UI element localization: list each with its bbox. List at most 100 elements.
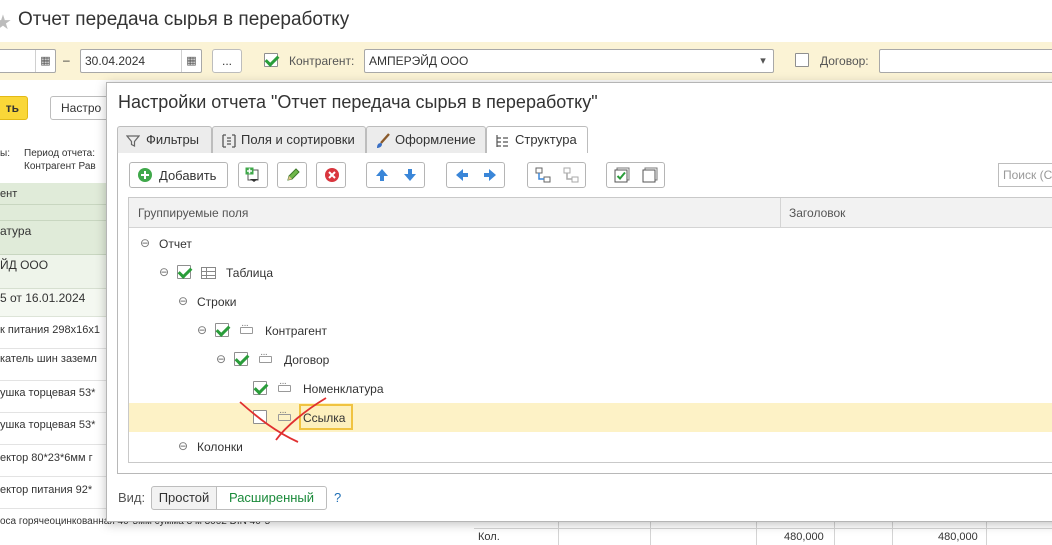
field-icon xyxy=(240,320,253,334)
report-row: ушка торцевая 53* xyxy=(0,413,108,445)
tree-row-table[interactable]: ⊖ Таблица xyxy=(129,258,1052,287)
report-header-row xyxy=(0,205,108,221)
period-select-button[interactable]: ... xyxy=(212,49,242,73)
report-row: ектор 80*23*6мм г xyxy=(0,445,108,477)
view-extended-button[interactable]: Расширенный xyxy=(216,486,327,510)
collapse-icon[interactable]: ⊖ xyxy=(177,294,189,308)
column-header-title[interactable]: Заголовок xyxy=(789,206,845,220)
search-input[interactable]: Поиск (С xyxy=(998,163,1052,187)
counterparty-group-checkbox[interactable] xyxy=(215,323,229,337)
date-to-value: 30.04.2024 xyxy=(85,54,146,68)
collapse-icon[interactable]: ⊖ xyxy=(196,323,208,337)
view-simple-button[interactable]: Простой xyxy=(151,486,217,510)
tab-label: Оформление xyxy=(395,132,476,147)
report-cell: катель шин заземл xyxy=(0,353,97,365)
view-mode-label: Вид: xyxy=(118,490,146,505)
report-cell: ент xyxy=(0,188,18,200)
delete-button[interactable] xyxy=(316,162,346,188)
report-grid-line xyxy=(650,520,651,545)
check-all-icon[interactable] xyxy=(614,167,630,183)
report-header-row: ент xyxy=(0,183,108,205)
tree-row-report[interactable]: ⊖ Отчет xyxy=(129,229,1052,258)
column-header-fields[interactable]: Группируемые поля xyxy=(138,206,248,220)
tree-row-counterparty[interactable]: ⊖ Контрагент xyxy=(129,316,1052,345)
collapse-icon[interactable]: ⊖ xyxy=(215,352,227,366)
tree-node-label: Таблица xyxy=(226,266,274,280)
counterparty-field[interactable]: АМПЕРЭЙД ООО ▾ xyxy=(364,49,774,73)
contract-field[interactable] xyxy=(879,49,1052,73)
tab-fields-sorting[interactable]: Поля и сортировки xyxy=(212,126,366,154)
ungroup-icon[interactable] xyxy=(563,167,579,183)
grid-header xyxy=(129,198,1052,228)
contract-checkbox[interactable] xyxy=(795,53,809,67)
arrow-right-icon[interactable] xyxy=(482,167,498,183)
report-cell: атура xyxy=(0,224,32,238)
tree-row-contract[interactable]: ⊖ Договор xyxy=(129,345,1052,374)
uncheck-all-icon[interactable] xyxy=(642,167,658,183)
table-checkbox[interactable] xyxy=(177,265,191,279)
report-grid-line xyxy=(756,520,757,545)
report-period-label: Период отчета: xyxy=(24,148,96,159)
calendar-icon[interactable]: ▦ xyxy=(181,50,201,72)
report-grid-line xyxy=(986,520,987,545)
tab-filters[interactable]: Фильтры xyxy=(117,126,212,154)
dialog-title: Настройки отчета "Отчет передача сырья в… xyxy=(118,92,598,112)
date-from-field[interactable]: ▦ xyxy=(0,49,56,73)
settings-button[interactable]: Настро xyxy=(50,96,110,120)
report-cell: к питания 298x16x1 xyxy=(0,324,100,336)
tab-structure[interactable]: Структура xyxy=(486,126,588,155)
help-link[interactable]: ? xyxy=(334,490,341,505)
report-group-row: ЙД ООО xyxy=(0,255,108,289)
counterparty-checkbox[interactable] xyxy=(264,53,278,67)
report-row: ушка торцевая 53* xyxy=(0,381,108,413)
group-icon[interactable] xyxy=(535,167,551,183)
generate-button[interactable]: ть xyxy=(0,96,28,120)
add-button[interactable]: Добавить xyxy=(129,162,228,188)
filter-bar: ▦ – 30.04.2024 ▦ ... Контрагент: АМПЕРЭЙ… xyxy=(0,42,1052,80)
tree-node-label: Контрагент xyxy=(265,324,328,338)
report-cell: ушка торцевая 53* xyxy=(0,387,96,399)
counterparty-value: АМПЕРЭЙД ООО xyxy=(369,54,469,68)
contract-group-checkbox[interactable] xyxy=(234,352,248,366)
dropdown-arrow-icon[interactable]: ▾ xyxy=(753,50,773,72)
level-left-right-group xyxy=(446,162,505,188)
arrow-up-icon[interactable] xyxy=(374,167,390,183)
check-all-group xyxy=(606,162,665,188)
report-row: ектор питания 92* xyxy=(0,477,108,509)
tree-row-rows[interactable]: ⊖ Строки xyxy=(129,287,1052,316)
group-ungroup-group xyxy=(527,162,586,188)
add-subgroup-button[interactable] xyxy=(238,162,268,188)
counterparty-label: Контрагент: xyxy=(289,54,355,68)
edit-button[interactable] xyxy=(277,162,307,188)
report-cell: ектор питания 92* xyxy=(0,484,93,496)
date-to-field[interactable]: 30.04.2024 ▦ xyxy=(80,49,202,73)
report-row: к питания 298x16x1 xyxy=(0,317,108,349)
report-group-row: атура xyxy=(0,221,108,255)
tree-node-label: Договор xyxy=(284,353,330,367)
field-icon xyxy=(259,349,272,363)
nomenclature-checkbox[interactable] xyxy=(253,381,267,395)
column-separator xyxy=(780,198,781,228)
tab-appearance[interactable]: Оформление xyxy=(366,126,486,154)
report-totals-area: Кол. 480,000 480,000 xyxy=(474,520,1052,545)
tab-label: Структура xyxy=(515,132,577,147)
tree-node-label: Номенклатура xyxy=(303,382,384,396)
totals-value: 480,000 xyxy=(784,531,824,543)
pencil-icon xyxy=(285,167,301,183)
collapse-icon[interactable]: ⊖ xyxy=(158,265,170,279)
tab-label: Поля и сортировки xyxy=(241,132,355,147)
arrow-down-icon[interactable] xyxy=(402,167,418,183)
collapse-icon[interactable]: ⊖ xyxy=(139,236,151,250)
report-cell: ЙД ООО xyxy=(0,258,49,272)
report-grid-line xyxy=(474,528,1052,529)
arrow-left-icon[interactable] xyxy=(454,167,470,183)
collapse-icon[interactable]: ⊖ xyxy=(177,439,189,453)
calendar-icon[interactable]: ▦ xyxy=(35,50,55,72)
add-icon xyxy=(137,167,153,183)
favorite-star-icon[interactable]: ★ xyxy=(0,10,12,35)
date-dash: – xyxy=(63,53,70,67)
report-row: катель шин заземл xyxy=(0,349,108,381)
add-group-icon xyxy=(245,167,261,183)
report-group-row: 5 от 16.01.2024 xyxy=(0,289,108,317)
totals-label: Кол. xyxy=(478,531,500,543)
